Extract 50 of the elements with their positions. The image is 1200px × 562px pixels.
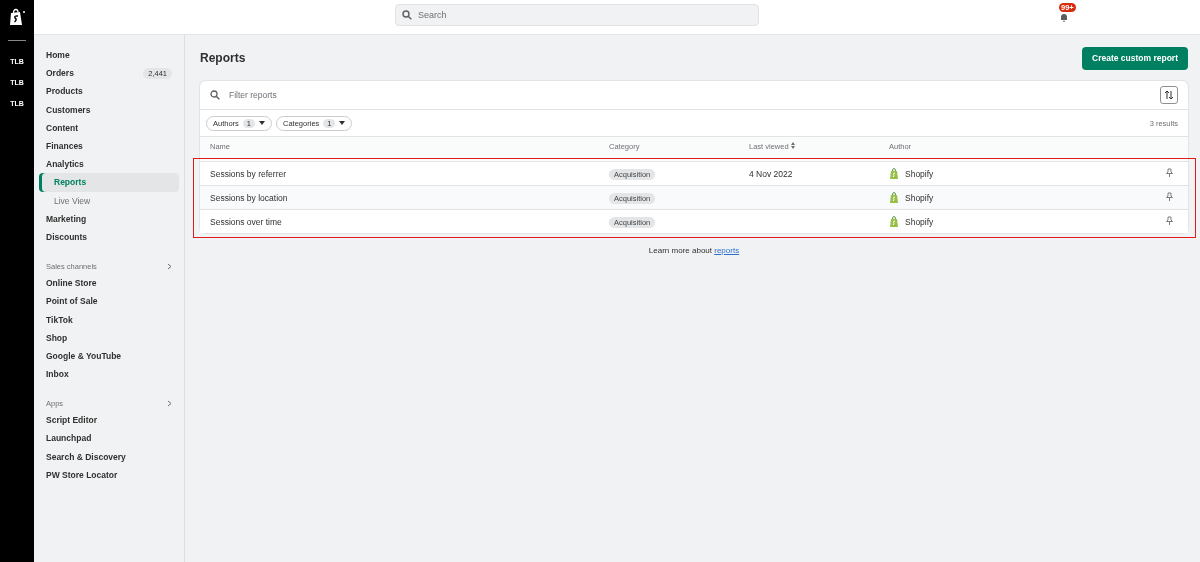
chevron-right-icon[interactable]: [167, 262, 172, 270]
author-name: Shopify: [905, 192, 934, 203]
nav-item[interactable]: PW Store Locator: [39, 465, 179, 484]
search-icon: [210, 90, 220, 100]
bell-icon[interactable]: [1060, 13, 1068, 22]
nav-item[interactable]: Finances: [39, 136, 179, 156]
create-report-button[interactable]: Create custom report: [1082, 46, 1188, 70]
chevron-right-icon[interactable]: [167, 399, 172, 407]
nav-item[interactable]: Customers: [39, 100, 179, 119]
nav-item[interactable]: Google & YouTube: [39, 346, 179, 365]
nav-label: Orders: [46, 68, 74, 79]
nav-item[interactable]: Reports: [39, 173, 179, 192]
report-name[interactable]: Sessions over time: [210, 216, 609, 227]
caret-down-icon: [339, 121, 346, 125]
sort-arrows-icon: [790, 142, 795, 149]
pin-icon[interactable]: [1166, 216, 1173, 225]
sort-icon: [1164, 90, 1174, 100]
nav-item[interactable]: Marketing: [39, 209, 179, 228]
shopping-bag-icon: [889, 216, 899, 227]
author-name: Shopify: [905, 216, 934, 227]
nav-item[interactable]: Online Store: [39, 274, 179, 293]
caret-down-icon: [259, 121, 266, 125]
sort-button[interactable]: [1160, 86, 1178, 104]
nav-item[interactable]: Launchpad: [39, 429, 179, 448]
page-title: Reports: [200, 51, 246, 65]
nav-item[interactable]: Discounts: [39, 227, 179, 247]
footer-text: Learn more about reports: [648, 246, 740, 255]
nav-item[interactable]: Search & Discovery: [39, 447, 179, 466]
shopping-bag-icon[interactable]: [8, 8, 26, 26]
nav-item[interactable]: Products: [39, 82, 179, 101]
nav-item[interactable]: Shop: [39, 328, 179, 347]
search-field[interactable]: Search: [395, 4, 759, 26]
nav-item[interactable]: Home: [39, 46, 179, 65]
report-name[interactable]: Sessions by referrer: [210, 168, 609, 179]
nav-item[interactable]: Live View: [39, 191, 179, 210]
report-name[interactable]: Sessions by location: [210, 192, 609, 203]
nav-item[interactable]: Point of Sale: [39, 292, 179, 311]
date-text: 4 Nov 2022: [749, 168, 793, 179]
shopping-bag-icon: [889, 192, 899, 203]
shopping-bag-icon: [889, 168, 899, 179]
pin-icon[interactable]: [1166, 168, 1173, 177]
reports-link[interactable]: reports: [714, 246, 740, 255]
pin-icon[interactable]: [1166, 192, 1173, 201]
nav-item[interactable]: Inbox: [39, 365, 179, 384]
nav-item[interactable]: TikTok: [39, 310, 179, 329]
author-name: Shopify: [905, 168, 934, 179]
nav-item[interactable]: Analytics: [39, 155, 179, 174]
search-icon: [402, 10, 412, 20]
nav-item[interactable]: Script Editor: [39, 411, 179, 430]
nav-item[interactable]: Content: [39, 118, 179, 137]
